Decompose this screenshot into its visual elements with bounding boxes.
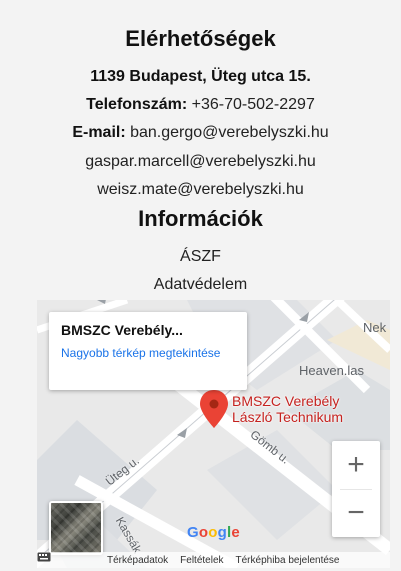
map-footer: Térképadatok Feltételek Térképhiba bejel… bbox=[37, 552, 390, 568]
larger-map-link[interactable]: Nagyobb térkép megtekintése bbox=[61, 346, 235, 361]
adatvedelem-link[interactable]: Adatvédelem bbox=[0, 276, 401, 294]
place-info-card: BMSZC Verebély... Nagyobb térkép megteki… bbox=[49, 312, 247, 390]
zoom-out-button[interactable]: − bbox=[332, 489, 380, 537]
report-error-link[interactable]: Térképhiba bejelentése bbox=[236, 555, 340, 566]
phone-value[interactable]: +36-70-502-2297 bbox=[192, 96, 315, 113]
place-label-nek: Nek bbox=[363, 320, 387, 335]
google-logo: Google bbox=[187, 524, 240, 541]
email-link-3[interactable]: weisz.mate@verebelyszki.hu bbox=[0, 181, 401, 199]
info-heading: Információk bbox=[138, 206, 263, 231]
place-title: BMSZC Verebély... bbox=[61, 322, 183, 338]
email-link-1[interactable]: ban.gergo@verebelyszki.hu bbox=[130, 124, 329, 141]
satellite-toggle[interactable] bbox=[49, 501, 103, 555]
email-link-2[interactable]: gaspar.marcell@verebelyszki.hu bbox=[0, 153, 401, 171]
place-label-heaven: Heaven.las bbox=[299, 363, 365, 378]
phone-label: Telefonszám: bbox=[86, 96, 188, 113]
zoom-control: + − bbox=[332, 441, 380, 537]
keyboard-icon[interactable] bbox=[37, 552, 95, 565]
zoom-in-button[interactable]: + bbox=[332, 441, 380, 489]
address-text: 1139 Budapest, Üteg utca 15. bbox=[90, 68, 311, 85]
terms-link[interactable]: Feltételek bbox=[180, 555, 223, 566]
pin-label-line-1: BMSZC Verebély bbox=[232, 393, 340, 409]
zoom-divider bbox=[340, 489, 372, 490]
email-line: E-mail: ban.gergo@verebelyszki.hu bbox=[0, 124, 401, 142]
contact-heading: Elérhetőségek bbox=[125, 26, 276, 51]
aszf-link[interactable]: ÁSZF bbox=[0, 248, 401, 266]
embedded-map[interactable]: BMSZC Verebély... Nagyobb térkép megteki… bbox=[37, 300, 390, 568]
pin-label-line-2: László Technikum bbox=[232, 409, 344, 425]
phone-line: Telefonszám: +36-70-502-2297 bbox=[0, 96, 401, 114]
email-label: E-mail: bbox=[72, 124, 126, 141]
map-data-link[interactable]: Térképadatok bbox=[107, 555, 168, 566]
pin-label[interactable]: BMSZC Verebély László Technikum bbox=[232, 393, 343, 425]
